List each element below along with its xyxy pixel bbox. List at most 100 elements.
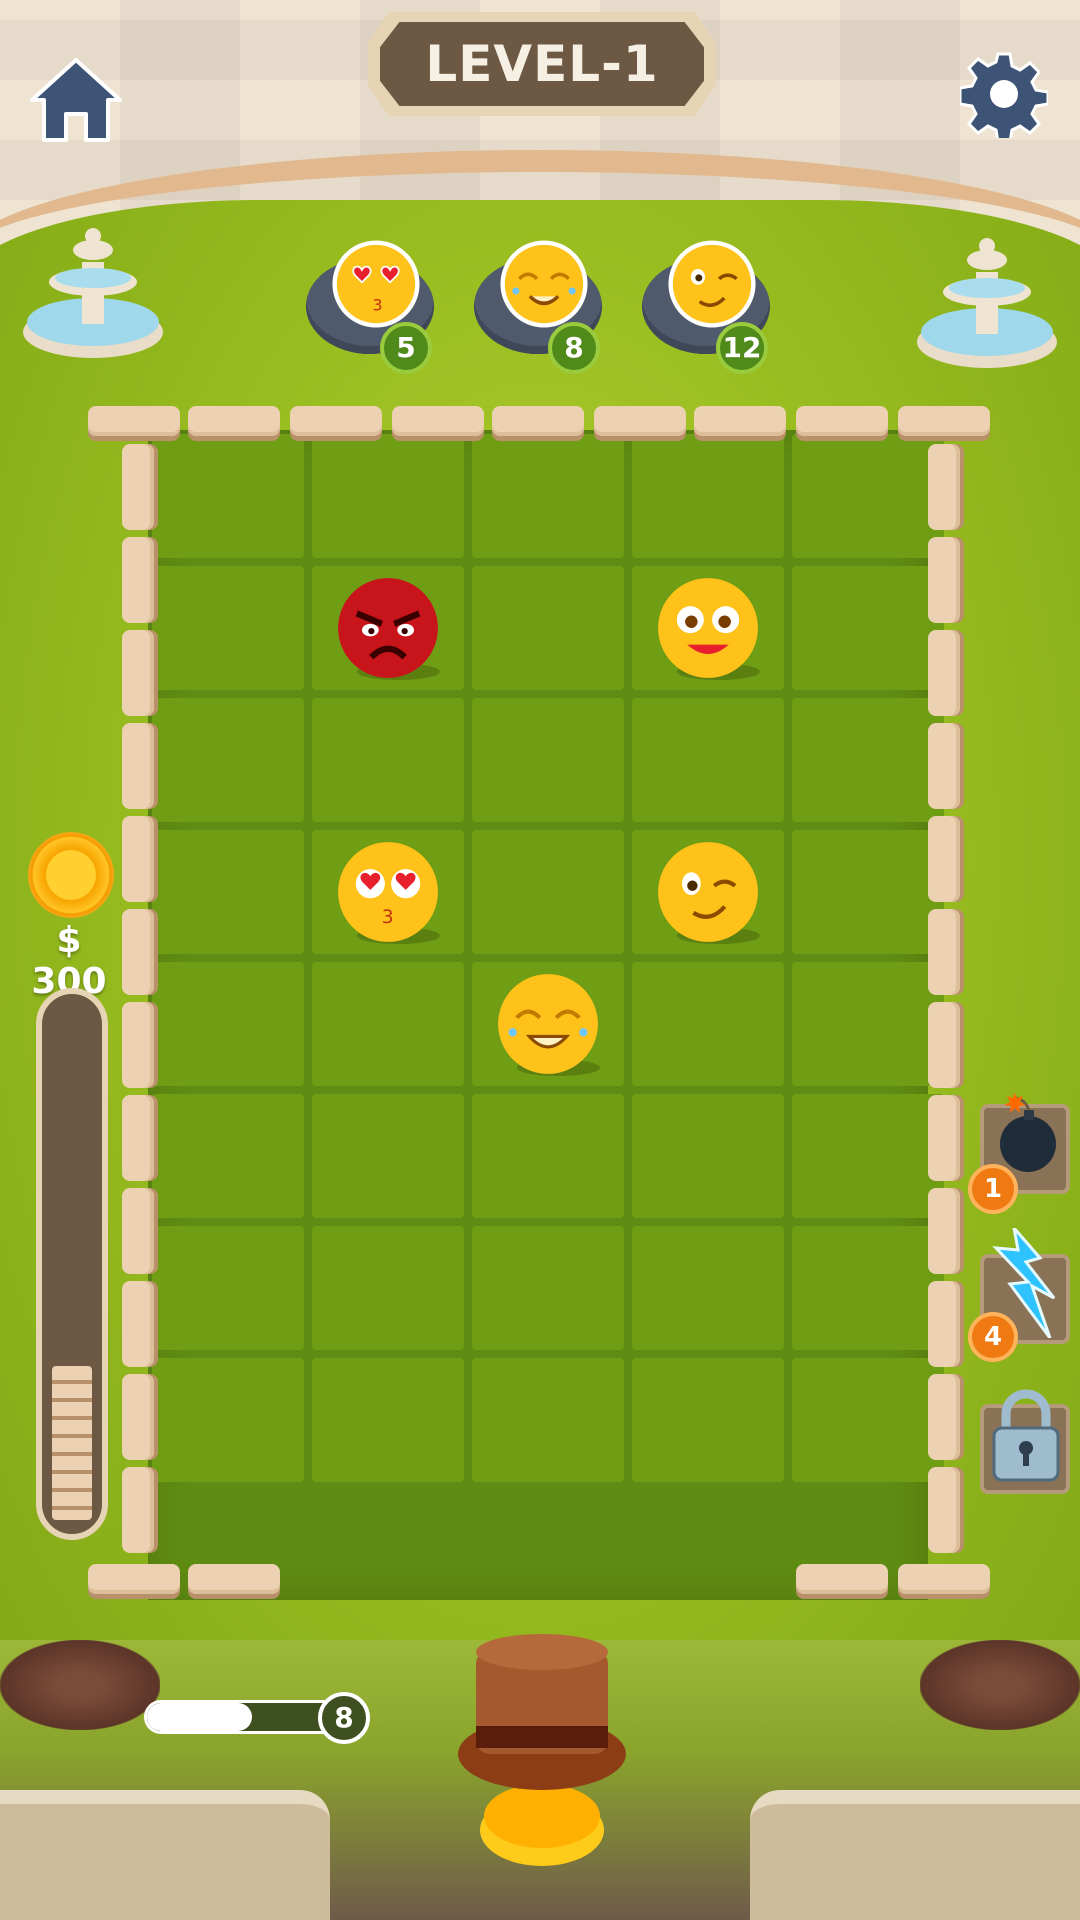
board-cell[interactable]	[792, 1094, 944, 1218]
hat-launcher[interactable]	[452, 1630, 632, 1870]
svg-text:3: 3	[372, 295, 382, 314]
board-cell[interactable]	[792, 962, 944, 1086]
wall-brick	[122, 1095, 154, 1181]
lightning-count-badge: 4	[968, 1312, 1018, 1362]
wall-brick	[928, 1188, 960, 1274]
wall-brick	[88, 1564, 180, 1594]
home-icon[interactable]	[28, 56, 124, 144]
board-cell[interactable]	[152, 962, 304, 1086]
wall-brick	[928, 816, 960, 902]
power-meter	[36, 988, 108, 1540]
heart-eyes-kiss-emoji-icon: 3	[332, 240, 420, 328]
target-laughing: 8	[474, 240, 604, 374]
power-meter-fill	[52, 1366, 92, 1520]
board-cell[interactable]	[472, 830, 624, 954]
board-cell[interactable]	[792, 830, 944, 954]
board-cell[interactable]	[152, 698, 304, 822]
board-cell[interactable]	[312, 698, 464, 822]
wall-brick	[88, 406, 180, 436]
wall-brick	[492, 406, 584, 436]
angry-red-emoji-piece[interactable]	[336, 576, 440, 680]
shots-progress-bar	[144, 1700, 340, 1734]
wall-brick	[928, 1002, 960, 1088]
board-cell[interactable]	[152, 1094, 304, 1218]
shots-remaining-badge: 8	[318, 1692, 370, 1744]
wall-brick	[796, 406, 888, 436]
heart-eyes-kiss-emoji-icon: 3	[338, 842, 440, 944]
wall-brick	[898, 1564, 990, 1594]
wall-brick	[594, 406, 686, 436]
board-cell[interactable]	[312, 962, 464, 1086]
board-cell[interactable]	[472, 1358, 624, 1482]
board-cell[interactable]	[472, 698, 624, 822]
gear-icon[interactable]	[960, 50, 1048, 138]
board-cell[interactable]	[632, 1358, 784, 1482]
fountain-icon	[23, 228, 163, 358]
laughing-tears-emoji-piece[interactable]	[496, 972, 600, 1076]
board-cell[interactable]	[152, 434, 304, 558]
wink-emoji-icon	[668, 240, 756, 328]
board-cell[interactable]	[792, 566, 944, 690]
locked-powerup-button[interactable]	[980, 1389, 1070, 1494]
board-cell[interactable]	[632, 1226, 784, 1350]
wall-brick	[122, 1374, 154, 1460]
shots-progress-fill	[147, 1703, 252, 1731]
wall-brick	[928, 537, 960, 623]
wall-brick	[122, 630, 154, 716]
smiling-googly-eyes-emoji-piece[interactable]	[656, 576, 760, 680]
board-cell[interactable]	[152, 830, 304, 954]
board-cell[interactable]	[472, 566, 624, 690]
wall-brick	[122, 1188, 154, 1274]
wall-brick	[122, 1467, 154, 1553]
laughing-tears-emoji-icon	[498, 974, 600, 1076]
wall-brick	[122, 816, 154, 902]
wall-brick	[122, 444, 154, 530]
padlock-icon	[992, 1389, 1060, 1482]
board-cell[interactable]	[152, 1226, 304, 1350]
wall-brick	[392, 406, 484, 436]
board-cell[interactable]	[152, 566, 304, 690]
svg-text:3: 3	[382, 907, 394, 928]
board-cell[interactable]	[312, 434, 464, 558]
board-cell[interactable]	[632, 698, 784, 822]
target-count-badge: 12	[716, 322, 768, 374]
wall-brick	[122, 723, 154, 809]
target-count-badge: 8	[548, 322, 600, 374]
board-cell[interactable]	[312, 1094, 464, 1218]
wall-brick	[928, 1467, 960, 1553]
wall-brick	[122, 537, 154, 623]
wall-brick	[928, 630, 960, 716]
board-cell[interactable]	[632, 1094, 784, 1218]
bush-decoration	[920, 1640, 1080, 1730]
board-cell[interactable]	[792, 434, 944, 558]
board-cell[interactable]	[792, 1226, 944, 1350]
laughing-tears-emoji-icon	[500, 240, 588, 328]
bomb-icon	[1000, 1092, 1056, 1172]
board-cell[interactable]	[472, 434, 624, 558]
board-cell[interactable]	[472, 1094, 624, 1218]
wall-brick	[694, 406, 786, 436]
board-cell[interactable]	[312, 1226, 464, 1350]
target-count-badge: 5	[380, 322, 432, 374]
coin-icon	[28, 832, 114, 918]
heart-eyes-kiss-emoji-piece[interactable]: 3	[336, 840, 440, 944]
wall-brick	[928, 723, 960, 809]
bomb-count-badge: 1	[968, 1164, 1018, 1214]
level-title: LEVEL-1	[380, 22, 704, 106]
board-cell[interactable]	[472, 1226, 624, 1350]
wink-emoji-piece[interactable]	[656, 840, 760, 944]
wall-brick	[188, 1564, 280, 1594]
board-cell[interactable]	[152, 1358, 304, 1482]
wall-brick	[290, 406, 382, 436]
wall-brick	[928, 444, 960, 530]
board-cell[interactable]	[632, 434, 784, 558]
board-cell[interactable]	[312, 1358, 464, 1482]
fountain-icon	[917, 238, 1057, 368]
wall-brick	[898, 406, 990, 436]
wall-brick	[122, 909, 154, 995]
board-cell[interactable]	[632, 962, 784, 1086]
smiling-googly-eyes-emoji-icon	[658, 578, 760, 680]
board-cell[interactable]	[792, 1358, 944, 1482]
wink-emoji-icon	[658, 842, 760, 944]
board-cell[interactable]	[792, 698, 944, 822]
